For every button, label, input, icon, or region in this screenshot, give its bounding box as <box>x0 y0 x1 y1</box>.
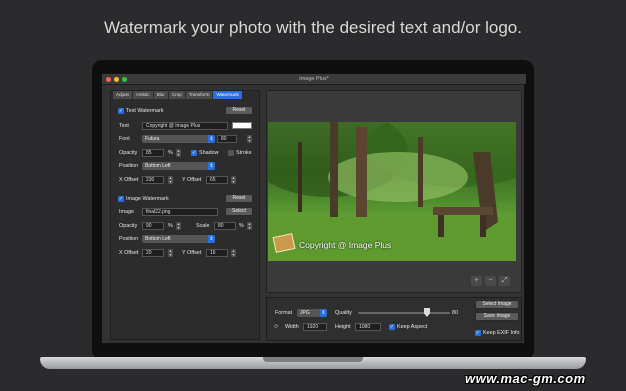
format-label: Format <box>275 310 293 316</box>
opacity-label: Opacity <box>119 223 138 229</box>
y-offset-label: Y Offset <box>182 250 202 256</box>
chevron-updown-icon: ⇕ <box>208 235 215 243</box>
text-position-value: Bottom Left <box>145 163 171 169</box>
format-value: JPG <box>300 310 310 316</box>
image-x-offset-input[interactable]: 20 <box>142 249 164 257</box>
quality-label: Quality <box>335 310 352 316</box>
image-opacity-stepper[interactable]: ▴ ▾ <box>176 222 181 230</box>
site-watermark: www.mac-gm.com <box>465 371 586 386</box>
select-watermark-image-button[interactable]: Select <box>225 207 253 216</box>
text-y-offset-stepper[interactable]: ▴ ▾ <box>231 176 236 184</box>
font-select-value: Futura <box>145 136 160 142</box>
text-y-offset-input[interactable]: 65 <box>206 176 228 184</box>
opacity-label: Opacity <box>119 150 138 156</box>
select-image-button[interactable]: Select Image <box>475 300 519 309</box>
zoom-out-button[interactable]: − <box>485 276 496 286</box>
quality-value: 80 <box>452 310 458 316</box>
image-watermark-checkbox[interactable]: ✓ <box>118 196 124 202</box>
image-scale-input[interactable]: 80 <box>214 222 236 230</box>
width-label: Width <box>285 324 299 330</box>
tab-blur[interactable]: Blur <box>153 91 169 99</box>
font-label: Font <box>119 136 130 142</box>
font-select[interactable]: Futura ⇕ <box>142 135 215 143</box>
photo-preview: Copyright @ Image Plus <box>268 122 516 261</box>
chevron-updown-icon: ⇕ <box>320 309 327 317</box>
image-label: Image <box>119 209 134 215</box>
tab-transform[interactable]: Transform <box>185 91 214 99</box>
text-x-offset-stepper[interactable]: ▴ ▾ <box>168 176 173 184</box>
text-x-offset-input[interactable]: 230 <box>142 176 164 184</box>
image-watermark-label: Image Watermark <box>126 196 169 202</box>
title-bar: Image Plus* <box>102 74 526 85</box>
link-icon: ⟳ <box>274 324 279 330</box>
tab-artistic[interactable]: Artistic <box>132 91 154 99</box>
stroke-checkbox[interactable] <box>228 150 234 156</box>
position-label: Position <box>119 236 139 242</box>
x-offset-label: X Offset <box>119 177 139 183</box>
text-watermark-reset-button[interactable]: Reset <box>225 106 253 115</box>
text-position-select[interactable]: Bottom Left ⇕ <box>142 162 215 170</box>
zoom-in-button[interactable]: + <box>471 276 482 286</box>
laptop-notch <box>263 357 363 362</box>
image-position-value: Bottom Left <box>145 236 171 242</box>
watermark-text-overlay: Copyright @ Image Plus <box>299 240 392 250</box>
save-image-button[interactable]: Save Image <box>475 312 519 321</box>
keep-aspect-checkbox[interactable]: ✓ <box>389 324 395 330</box>
image-scale-stepper[interactable]: ▴ ▾ <box>247 222 252 230</box>
watermark-image-field[interactable]: final22.png <box>142 208 218 216</box>
height-input[interactable]: 1080 <box>355 323 381 331</box>
y-offset-label: Y Offset <box>182 177 202 183</box>
text-color-well[interactable] <box>232 122 252 129</box>
headline: Watermark your photo with the desired te… <box>104 18 522 37</box>
tab-crop[interactable]: Crop <box>168 91 186 99</box>
text-label: Text <box>119 123 129 129</box>
chevron-updown-icon: ⇕ <box>208 135 215 143</box>
watermark-text-input[interactable]: Copyright @ Image Plus <box>142 122 228 130</box>
keep-aspect-label: Keep Aspect <box>397 324 428 330</box>
tab-adjust[interactable]: Adjust <box>113 91 133 99</box>
image-watermark-reset-button[interactable]: Reset <box>225 194 253 203</box>
text-opacity-input[interactable]: 85 <box>142 149 164 157</box>
app-window: Image Plus* Adjust Artistic Blur Crop Tr… <box>101 73 526 344</box>
chevron-updown-icon: ⇕ <box>208 162 215 170</box>
shadow-checkbox[interactable]: ✓ <box>191 150 197 156</box>
text-watermark-label: Text Watermark <box>126 108 164 114</box>
width-input[interactable]: 1920 <box>303 323 327 331</box>
shadow-label: Shadow <box>199 150 219 156</box>
stroke-label: Stroke <box>236 150 252 156</box>
tab-watermark[interactable]: Watermark <box>213 91 243 99</box>
image-y-offset-stepper[interactable]: ▴ ▾ <box>231 249 236 257</box>
window-title: Image Plus* <box>299 76 329 82</box>
text-opacity-stepper[interactable]: ▴ ▾ <box>176 149 181 157</box>
percent-label: % <box>239 223 244 229</box>
percent-label: % <box>168 223 173 229</box>
position-label: Position <box>119 163 139 169</box>
tab-bar: Adjust Artistic Blur Crop Transform Wate… <box>113 91 243 99</box>
font-size-input[interactable]: 80 <box>217 135 237 143</box>
scale-label: Scale <box>196 223 210 229</box>
keep-exif-checkbox[interactable]: ✓ <box>475 330 481 336</box>
fit-screen-button[interactable]: ⤢ <box>499 276 510 286</box>
height-label: Height <box>335 324 351 330</box>
font-size-stepper[interactable]: ▴ ▾ <box>247 135 252 143</box>
text-watermark-checkbox[interactable]: ✓ <box>118 108 124 114</box>
image-opacity-input[interactable]: 90 <box>142 222 164 230</box>
image-position-select[interactable]: Bottom Left ⇕ <box>142 235 215 243</box>
quality-slider[interactable] <box>358 312 450 314</box>
format-select[interactable]: JPG ⇕ <box>297 309 327 317</box>
percent-label: % <box>168 150 173 156</box>
x-offset-label: X Offset <box>119 250 139 256</box>
image-y-offset-input[interactable]: 16 <box>206 249 228 257</box>
image-x-offset-stepper[interactable]: ▴ ▾ <box>168 249 173 257</box>
keep-exif-label: Keep EXIF Info <box>483 330 520 336</box>
